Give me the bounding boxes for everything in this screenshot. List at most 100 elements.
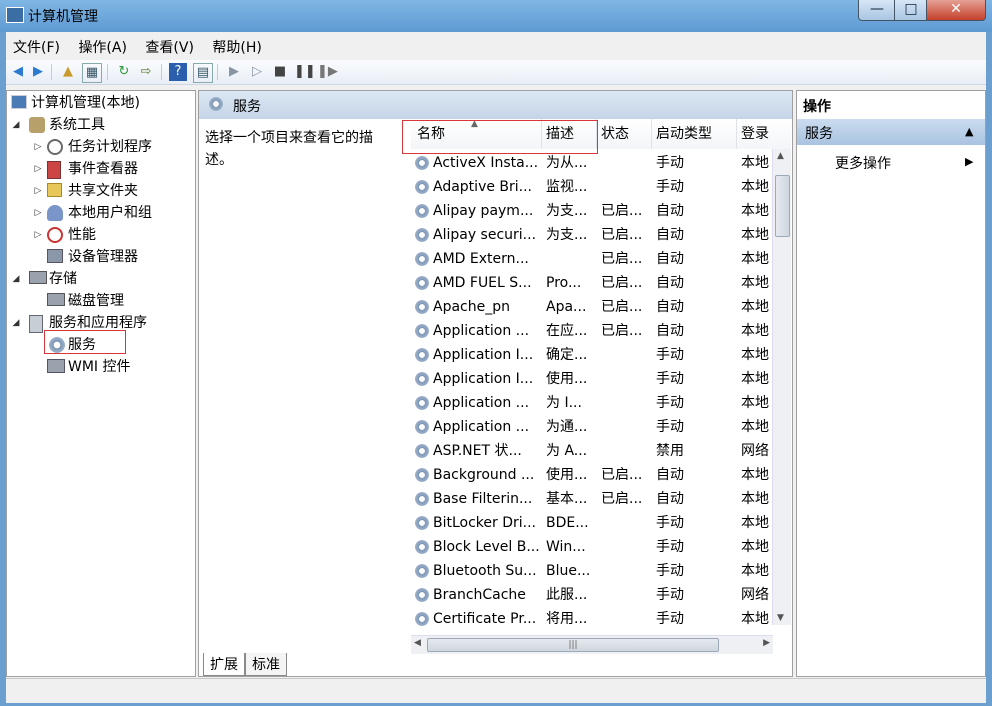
collapse-up-icon[interactable]: ▲ [965, 125, 973, 138]
scroll-left-icon[interactable]: ◀ [414, 638, 421, 648]
shared-folder-icon [47, 183, 62, 197]
menu-view[interactable]: 查看(V) [138, 34, 201, 60]
expanded-arrow-icon[interactable]: ◢ [11, 268, 21, 290]
forward-arrow-icon[interactable]: ▶ [29, 63, 47, 81]
properties-icon[interactable]: ▤ [193, 63, 213, 83]
title-bar: 计算机管理 — □ ✕ [0, 0, 992, 32]
actions-section-services[interactable]: 服务 ▲ [797, 119, 985, 145]
table-row[interactable]: Base Filterin... 基本... 已启... 自动 本地 [411, 487, 771, 511]
start-service-icon[interactable]: ▶ [225, 63, 243, 81]
cell-name: Application I... [433, 347, 534, 363]
table-row[interactable]: Certificate Pr... 将用... 手动 本地 [411, 607, 771, 631]
scroll-right-icon[interactable]: ▶ [763, 638, 770, 648]
service-gear-icon [415, 180, 429, 194]
cell-startup: 自动 [656, 299, 684, 315]
scroll-up-icon[interactable]: ▲ [777, 151, 784, 161]
service-gear-icon [415, 300, 429, 314]
table-row[interactable]: ActiveX Insta... 为从... 手动 本地 [411, 151, 771, 175]
cell-startup: 自动 [656, 467, 684, 483]
up-folder-icon[interactable]: ▲ [59, 63, 77, 81]
menu-help[interactable]: 帮助(H) [205, 34, 268, 60]
cell-startup: 自动 [656, 491, 684, 507]
table-row[interactable]: Application I... 使用... 手动 本地 [411, 367, 771, 391]
maximize-button[interactable]: □ [894, 0, 928, 21]
cell-status: 已启... [601, 491, 643, 507]
service-gear-icon [415, 204, 429, 218]
table-row[interactable]: Application ... 在应... 已启... 自动 本地 [411, 319, 771, 343]
collapsed-arrow-icon[interactable]: ▷ [33, 180, 43, 202]
table-row[interactable]: Adaptive Bri... 监视... 手动 本地 [411, 175, 771, 199]
collapsed-arrow-icon[interactable]: ▷ [33, 224, 43, 246]
scroll-down-icon[interactable]: ▼ [777, 613, 784, 623]
restart-service-icon[interactable]: ❚▶ [317, 63, 338, 81]
table-row[interactable]: BitLocker Dri... BDE... 手动 本地 [411, 511, 771, 535]
minimize-button[interactable]: — [858, 0, 896, 21]
close-button[interactable]: ✕ [926, 0, 986, 21]
cell-desc: BDE... [546, 515, 589, 531]
expanded-arrow-icon[interactable]: ◢ [11, 312, 21, 334]
view-tabs: 扩展 标准 [203, 653, 287, 676]
cell-desc: 确定... [546, 347, 588, 363]
service-gear-icon [415, 396, 429, 410]
event-log-icon [47, 161, 61, 179]
help-icon[interactable]: ? [169, 63, 187, 81]
column-header-highlight-box [402, 120, 598, 154]
table-row[interactable]: Application ... 为 I... 手动 本地 [411, 391, 771, 415]
menu-action[interactable]: 操作(A) [71, 34, 134, 60]
cell-status: 已启... [601, 251, 643, 267]
vertical-scrollbar[interactable]: ▲ ▼ [772, 149, 791, 625]
more-actions-link[interactable]: 更多操作 [835, 153, 891, 173]
table-row[interactable]: BranchCache 此服... 手动 网络 [411, 583, 771, 607]
collapsed-arrow-icon[interactable]: ▷ [33, 202, 43, 224]
column-startup-header[interactable]: 启动类型 [652, 119, 737, 149]
table-row[interactable]: AMD FUEL S... Pro... 已启... 自动 本地 [411, 271, 771, 295]
horizontal-scrollbar[interactable]: ◀ ||| ▶ [411, 635, 773, 654]
column-logon-header[interactable]: 登录 [737, 119, 791, 149]
tab-standard[interactable]: 标准 [245, 653, 287, 676]
table-row[interactable]: Bluetooth Su... Blue... 手动 本地 [411, 559, 771, 583]
status-bar [6, 678, 986, 703]
table-row[interactable]: Alipay securi... 为支... 已启... 自动 本地 [411, 223, 771, 247]
collapsed-arrow-icon[interactable]: ▷ [33, 158, 43, 180]
table-row[interactable]: Block Level B... Win... 手动 本地 [411, 535, 771, 559]
pause-service-icon[interactable]: ❚❚ [294, 63, 316, 81]
start-service-alt-icon[interactable]: ▷ [248, 63, 266, 81]
description-text: 选择一个项目来查看它的描述。 [205, 130, 373, 168]
table-row[interactable]: Apache_pn Apa... 已启... 自动 本地 [411, 295, 771, 319]
back-arrow-icon[interactable]: ◀ [9, 63, 27, 81]
main-window: 文件(F) 操作(A) 查看(V) 帮助(H) ◀ ▶ ▲ ▦ ↻ ⇨ ? ▤ … [6, 32, 986, 703]
refresh-icon[interactable]: ↻ [115, 63, 133, 81]
cell-startup: 手动 [656, 347, 684, 363]
service-gear-icon [415, 276, 429, 290]
table-row[interactable]: Background ... 使用... 已启... 自动 本地 [411, 463, 771, 487]
navigation-tree: 计算机管理(本地) ◢ 系统工具 ▷ 任务计划程序 ▷ 事件查看器 ▷ 共享文件… [6, 90, 196, 677]
cell-name: Alipay securi... [433, 227, 537, 243]
collapsed-arrow-icon[interactable]: ▷ [33, 136, 43, 158]
cell-desc: 监视... [546, 179, 588, 195]
tab-extended[interactable]: 扩展 [203, 653, 245, 676]
cell-startup: 手动 [656, 155, 684, 171]
actions-pane: 操作 服务 ▲ 更多操作 ▶ [796, 90, 986, 677]
service-gear-icon [415, 156, 429, 170]
horizontal-scroll-thumb[interactable]: ||| [427, 638, 719, 652]
menu-file[interactable]: 文件(F) [6, 34, 67, 60]
service-gear-icon [415, 468, 429, 482]
show-hide-tree-icon[interactable]: ▦ [82, 63, 102, 83]
services-apps-icon [29, 315, 43, 333]
cell-startup: 手动 [656, 371, 684, 387]
export-list-icon[interactable]: ⇨ [137, 63, 155, 81]
services-title: 服务 [233, 99, 261, 115]
expanded-arrow-icon[interactable]: ◢ [11, 114, 21, 136]
table-row[interactable]: Application I... 确定... 手动 本地 [411, 343, 771, 367]
table-row[interactable]: AMD Extern... 已启... 自动 本地 [411, 247, 771, 271]
cell-desc: 在应... [546, 323, 588, 339]
table-row[interactable]: ASP.NET 状... 为 A... 禁用 网络 [411, 439, 771, 463]
vertical-scroll-thumb[interactable] [775, 175, 790, 237]
service-gear-icon [415, 420, 429, 434]
service-gear-icon [415, 612, 429, 626]
cell-name: Block Level B... [433, 539, 540, 555]
table-row[interactable]: Alipay paym... 为支... 已启... 自动 本地 [411, 199, 771, 223]
table-row[interactable]: Application ... 为通... 手动 本地 [411, 415, 771, 439]
stop-service-icon[interactable]: ■ [271, 63, 289, 81]
column-status-header[interactable]: 状态 [597, 119, 652, 149]
